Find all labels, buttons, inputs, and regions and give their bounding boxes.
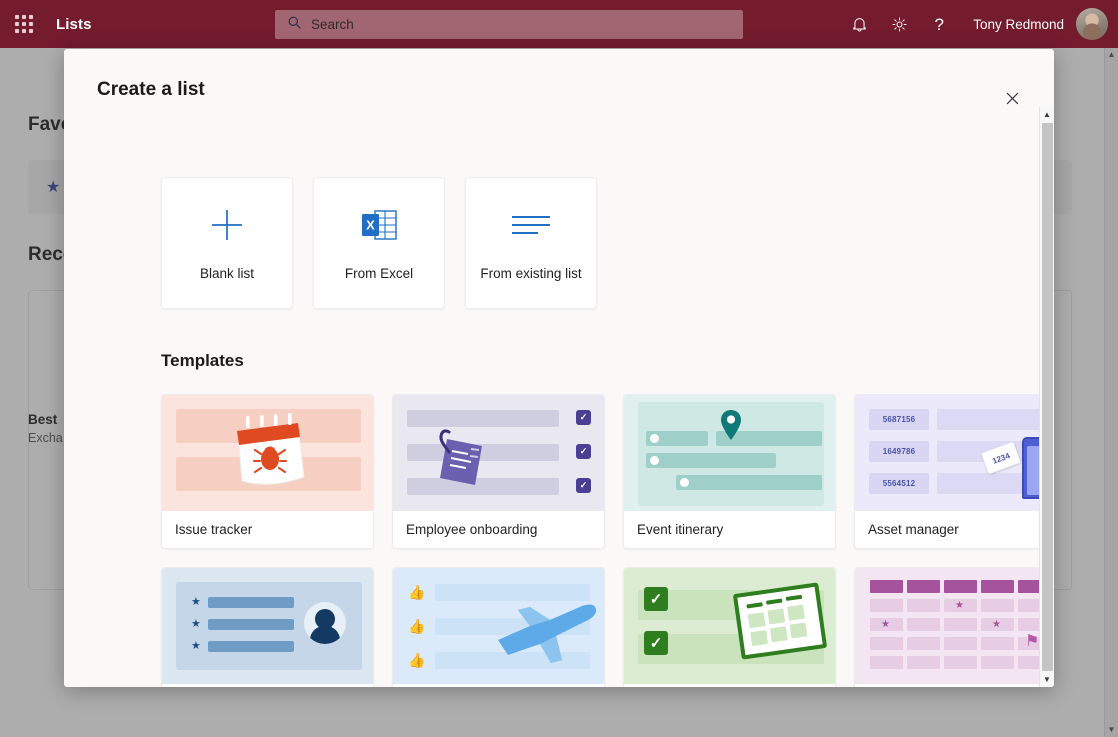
app-name-lists[interactable]: Lists [56,16,92,33]
star-icon: ★ [191,641,201,652]
person-icon [304,602,346,644]
work-progress-tracker-thumbnail: ✓ ✓ [624,568,835,684]
templates-heading: Templates [161,351,244,371]
thumbs-up-icon: 👍 [408,585,425,599]
create-option-label: From Excel [345,266,413,281]
template-card-asset-manager[interactable]: 5687156 1649786 5564512 1234 Asset manag… [854,394,1054,549]
svg-text:X: X [366,217,375,232]
suite-header: Lists [0,0,1118,48]
check-icon: ✓ [576,410,591,425]
bell-icon[interactable] [839,0,879,48]
calendar-icon [733,582,827,659]
flag-icon: ⚑ [1025,634,1039,650]
gear-icon[interactable] [879,0,919,48]
issue-tracker-thumbnail [162,395,373,511]
asset-number: 1649786 [869,441,929,462]
create-option-label: Blank list [200,266,254,281]
template-label: Issue tracker [162,511,373,548]
airplane-icon [490,596,602,666]
template-card-event-itinerary[interactable]: Event itinerary [623,394,836,549]
asset-manager-thumbnail: 5687156 1649786 5564512 1234 [855,395,1054,511]
template-label: Recruitment tracker [162,684,373,687]
search-input[interactable] [311,17,731,32]
dialog-title: Create a list [97,79,205,101]
template-label: Asset manager [855,511,1054,548]
create-list-dialog: Create a list ▲ ▼ Blank list [64,49,1054,687]
user-name[interactable]: Tony Redmond [973,17,1064,32]
thumbs-up-icon: 👍 [408,619,425,633]
travel-requests-thumbnail: 👍 👍 👍 [393,568,604,684]
star-icon: ★ [992,620,1001,630]
create-option-label: From existing list [480,266,581,281]
check-icon: ✓ [576,478,591,493]
asset-number: 5687156 [869,409,929,430]
asset-number: 5564512 [869,473,929,494]
template-card-travel-requests[interactable]: 👍 👍 👍 Travel requests [392,567,605,687]
create-option-from-existing-list[interactable]: From existing list [465,177,597,309]
close-icon[interactable] [999,85,1025,111]
check-icon: ✓ [644,631,668,655]
create-option-from-excel[interactable]: X From Excel [313,177,445,309]
create-option-blank-list[interactable]: Blank list [161,177,293,309]
template-card-employee-onboarding[interactable]: ✓ ✓ ✓ Employee onboarding [392,394,605,549]
star-icon: ★ [191,619,201,630]
help-icon[interactable]: ? [919,0,959,48]
search-icon [287,15,302,35]
template-label: Event itinerary [624,511,835,548]
event-itinerary-thumbnail [624,395,835,511]
excel-icon: X [360,206,398,244]
list-lines-icon [510,206,552,244]
dialog-scrollbar[interactable]: ▲ ▼ [1039,107,1054,687]
create-options-row: Blank list X From Excel [161,177,597,309]
avatar[interactable] [1076,8,1108,40]
star-icon: ★ [191,597,201,608]
template-card-issue-tracker[interactable]: Issue tracker [161,394,374,549]
template-grid: Issue tracker ✓ ✓ ✓ [161,394,1054,687]
page-root: Favorites ★ Recent Best Excha Lists [0,0,1118,737]
dialog-scroll-thumb[interactable] [1042,123,1053,671]
content-scheduler-thumbnail: ★ ★ ★ ⚑ [855,568,1054,684]
template-label: Employee onboarding [393,511,604,548]
check-icon: ✓ [576,444,591,459]
dialog-scroll-up-arrow[interactable]: ▲ [1043,107,1051,122]
check-icon: ✓ [644,587,668,611]
dialog-scroll-down-arrow[interactable]: ▼ [1043,672,1051,687]
template-card-work-progress-tracker[interactable]: ✓ ✓ Work progress tracker [623,567,836,687]
plus-icon [208,206,246,244]
template-label: Work progress tracker [624,684,835,687]
location-pin-icon [719,409,743,443]
recruitment-tracker-thumbnail: ★ ★ ★ [162,568,373,684]
search-box[interactable] [275,10,743,39]
employee-onboarding-thumbnail: ✓ ✓ ✓ [393,395,604,511]
star-icon: ★ [955,601,964,611]
template-label: Travel requests [393,684,604,687]
star-icon: ★ [881,620,890,630]
template-label: Content scheduler [855,684,1054,687]
template-card-content-scheduler[interactable]: ★ ★ ★ ⚑ Content scheduler [854,567,1054,687]
template-card-recruitment-tracker[interactable]: ★ ★ ★ Recruitment tracker [161,567,374,687]
thumbs-up-icon: 👍 [408,653,425,667]
app-launcher-icon[interactable] [0,0,48,48]
header-actions: ? Tony Redmond [839,0,1108,48]
